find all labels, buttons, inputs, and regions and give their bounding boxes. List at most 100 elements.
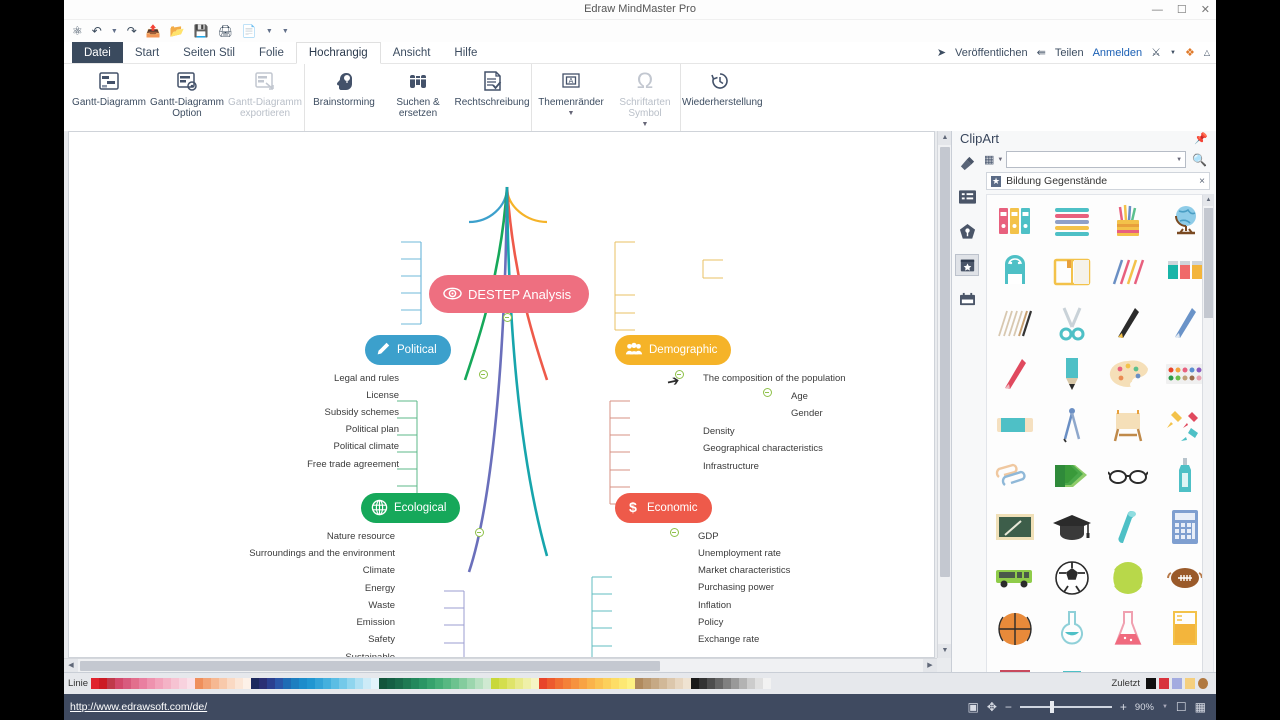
undo-icon[interactable]: ↶ bbox=[92, 25, 102, 37]
color-swatch[interactable] bbox=[107, 678, 116, 689]
list-icon[interactable] bbox=[955, 186, 979, 208]
clipart-icon[interactable] bbox=[955, 254, 979, 276]
redo-icon[interactable]: ↷ bbox=[127, 25, 137, 37]
color-swatch[interactable] bbox=[611, 678, 620, 689]
mindmap-leaf[interactable]: Exchange rate bbox=[698, 634, 759, 645]
website-link[interactable]: http://www.edrawsoft.com/de/ bbox=[64, 701, 207, 713]
color-swatch[interactable] bbox=[683, 678, 692, 689]
search-icon[interactable]: 🔍 bbox=[1189, 153, 1210, 167]
color-swatch[interactable] bbox=[635, 678, 644, 689]
spellcheck-button[interactable]: Rechtschreibung bbox=[453, 64, 531, 131]
color-swatch[interactable] bbox=[579, 678, 588, 689]
mindmap-leaf[interactable]: Purchasing power bbox=[698, 582, 774, 593]
scroll-up-icon[interactable]: ▲ bbox=[938, 131, 951, 145]
color-swatch[interactable] bbox=[139, 678, 148, 689]
color-swatch[interactable] bbox=[171, 678, 180, 689]
close-icon[interactable]: ✕ bbox=[1201, 4, 1210, 16]
color-swatch[interactable] bbox=[259, 678, 268, 689]
clipart-item-erlenmeyer-flask[interactable] bbox=[1100, 603, 1157, 654]
collapse-toggle-political[interactable] bbox=[479, 370, 488, 379]
color-swatch[interactable] bbox=[691, 678, 700, 689]
tab-folie[interactable]: Folie bbox=[247, 42, 296, 63]
color-swatch[interactable] bbox=[363, 678, 372, 689]
color-swatch[interactable] bbox=[115, 678, 124, 689]
clipart-item-green-folders[interactable] bbox=[1044, 450, 1101, 501]
color-swatch[interactable] bbox=[355, 678, 364, 689]
mindmap-leaf[interactable]: Energy bbox=[275, 583, 395, 594]
customize-dropdown-icon[interactable]: ▼ bbox=[282, 28, 289, 35]
gantt-options-button[interactable]: Gantt-Diagramm Option bbox=[148, 64, 226, 131]
category-close-icon[interactable]: × bbox=[1199, 176, 1205, 187]
topic-borders-dropdown-icon[interactable]: ▼ bbox=[568, 110, 575, 117]
recent-color-swatch[interactable] bbox=[1185, 678, 1195, 689]
clipart-item-binders[interactable] bbox=[987, 195, 1044, 246]
color-swatch[interactable] bbox=[275, 678, 284, 689]
app-logo-icon[interactable]: ⚛ bbox=[72, 25, 83, 37]
minimize-icon[interactable]: — bbox=[1152, 4, 1163, 16]
clipart-item-round-flask[interactable] bbox=[1044, 603, 1101, 654]
color-swatch[interactable] bbox=[587, 678, 596, 689]
tab-hochrangig[interactable]: Hochrangig bbox=[295, 42, 381, 64]
color-swatch[interactable] bbox=[195, 678, 204, 689]
collapse-ribbon-icon[interactable]: △ bbox=[1204, 48, 1210, 57]
color-swatch[interactable] bbox=[547, 678, 556, 689]
color-swatch[interactable] bbox=[643, 678, 652, 689]
color-swatch[interactable] bbox=[427, 678, 436, 689]
badge-icon[interactable] bbox=[955, 220, 979, 242]
sign-in-link[interactable]: Anmelden bbox=[1093, 47, 1143, 59]
zoom-in-icon[interactable]: + bbox=[1120, 700, 1127, 714]
mindmap-node-root[interactable]: DESTEP Analysis bbox=[429, 275, 590, 313]
color-swatch[interactable] bbox=[131, 678, 140, 689]
clipart-item-open-book[interactable] bbox=[1044, 246, 1101, 297]
clipart-item-eraser[interactable] bbox=[987, 399, 1044, 450]
color-swatch[interactable] bbox=[731, 678, 740, 689]
print-icon[interactable]: 🖨 bbox=[218, 25, 233, 37]
send-icon[interactable]: ➤ bbox=[937, 46, 946, 59]
color-swatch[interactable] bbox=[451, 678, 460, 689]
mindmap-node-political[interactable]: Political bbox=[365, 335, 451, 365]
recent-color-swatch[interactable] bbox=[1159, 678, 1169, 689]
colorful-icon[interactable]: ❖ bbox=[1185, 46, 1195, 59]
library-icon[interactable] bbox=[955, 288, 979, 310]
clipart-item-tennis-ball[interactable] bbox=[1100, 552, 1157, 603]
zoom-out-icon[interactable]: − bbox=[1005, 700, 1012, 714]
tab-start[interactable]: Start bbox=[123, 42, 171, 63]
color-swatch[interactable] bbox=[203, 678, 212, 689]
mindmap-leaf[interactable]: Waste bbox=[275, 600, 395, 611]
undo-dropdown-icon[interactable]: ▼ bbox=[111, 28, 118, 35]
mindmap-leaf[interactable]: Inflation bbox=[698, 600, 731, 611]
color-swatch[interactable] bbox=[651, 678, 660, 689]
font-symbol-dropdown-icon[interactable]: ▼ bbox=[642, 121, 649, 128]
color-swatch[interactable] bbox=[475, 678, 484, 689]
mindmap-leaf[interactable]: Unemployment rate bbox=[698, 548, 781, 559]
share-button[interactable]: Teilen bbox=[1055, 47, 1084, 59]
mindmap-leaf[interactable]: Geographical characteristics bbox=[703, 443, 823, 454]
clipart-scroll-up-icon[interactable]: ▲ bbox=[1203, 195, 1213, 206]
color-swatch[interactable] bbox=[291, 678, 300, 689]
mindmap-leaf[interactable]: The composition of the population bbox=[703, 373, 846, 384]
color-swatch[interactable] bbox=[387, 678, 396, 689]
color-swatch[interactable] bbox=[491, 678, 500, 689]
color-swatch[interactable] bbox=[251, 678, 260, 689]
clipart-item-books[interactable] bbox=[1044, 195, 1101, 246]
color-swatch[interactable] bbox=[443, 678, 452, 689]
mindmap-leaf[interactable]: Subsidy schemes bbox=[299, 407, 399, 418]
color-swatch[interactable] bbox=[211, 678, 220, 689]
save-icon[interactable]: 💾 bbox=[194, 25, 209, 37]
color-swatch[interactable] bbox=[571, 678, 580, 689]
color-swatch[interactable] bbox=[99, 678, 108, 689]
color-swatch[interactable] bbox=[147, 678, 156, 689]
clipart-item-school-bus[interactable] bbox=[987, 552, 1044, 603]
maximize-icon[interactable]: ☐ bbox=[1177, 4, 1187, 16]
clipart-item-teal-pencil[interactable] bbox=[1044, 348, 1101, 399]
color-swatch[interactable] bbox=[219, 678, 228, 689]
mindmap-leaf[interactable]: Climate bbox=[275, 565, 395, 576]
color-swatch[interactable] bbox=[307, 678, 316, 689]
color-swatch[interactable] bbox=[299, 678, 308, 689]
font-symbol-button[interactable]: Ω Schriftarten Symbol ▼ bbox=[610, 64, 680, 131]
clipart-item-backpack[interactable] bbox=[987, 246, 1044, 297]
color-swatch[interactable] bbox=[707, 678, 716, 689]
color-swatch[interactable] bbox=[603, 678, 612, 689]
fit-page-icon[interactable]: ▣ bbox=[967, 700, 978, 714]
print-dropdown-icon[interactable]: ▼ bbox=[266, 28, 273, 35]
